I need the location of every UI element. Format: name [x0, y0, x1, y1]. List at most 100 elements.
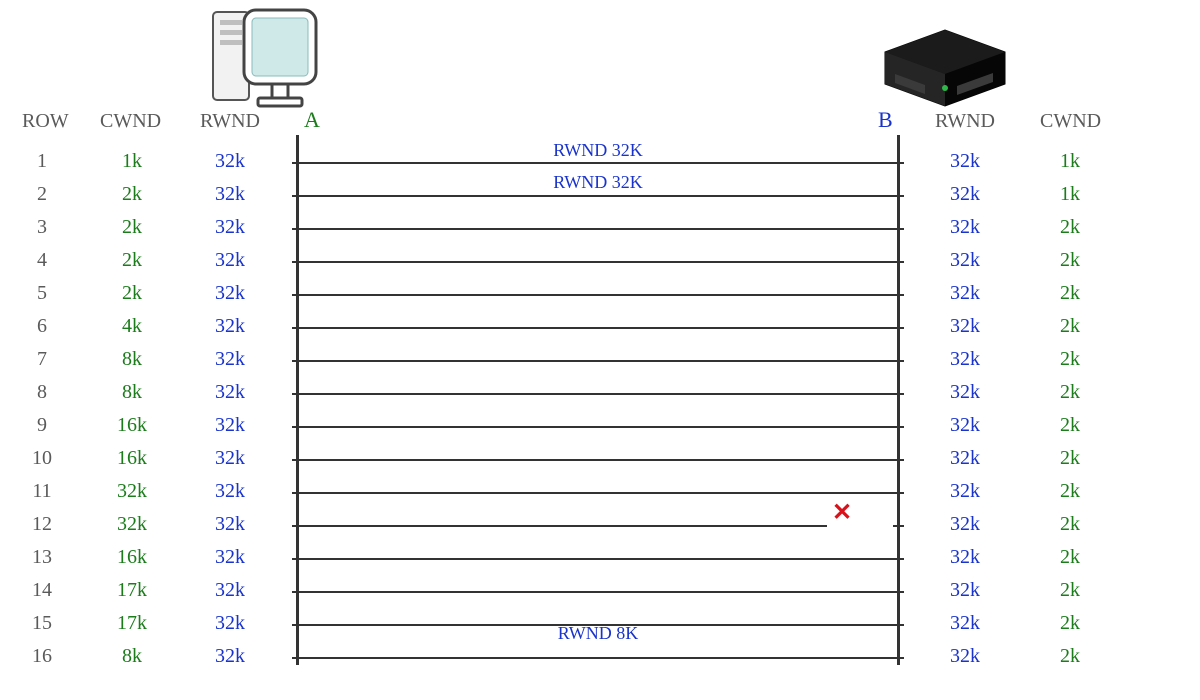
right-cwnd: 2k — [1030, 282, 1110, 305]
left-cwnd: 4k — [92, 315, 172, 338]
message-line — [299, 228, 897, 230]
message-line — [299, 162, 897, 164]
right-rwnd: 32k — [925, 447, 1005, 470]
row-number: 6 — [12, 315, 72, 338]
message-line — [299, 459, 897, 461]
message-row1: RWND 32K — [298, 140, 898, 161]
left-rwnd: 32k — [190, 216, 270, 239]
right-rwnd: 32k — [925, 480, 1005, 503]
right-rwnd: 32k — [925, 546, 1005, 569]
row-number: 7 — [12, 348, 72, 371]
timeline-b — [897, 135, 900, 665]
right-cwnd: 2k — [1030, 414, 1110, 437]
header-left-rwnd: RWND — [200, 110, 260, 133]
right-cwnd: 2k — [1030, 645, 1110, 668]
row-number: 14 — [12, 579, 72, 602]
right-cwnd: 2k — [1030, 513, 1110, 536]
endpoint-b-label: B — [878, 107, 893, 133]
left-cwnd: 2k — [92, 183, 172, 206]
right-rwnd: 32k — [925, 645, 1005, 668]
right-cwnd: 2k — [1030, 546, 1110, 569]
left-rwnd: 32k — [190, 513, 270, 536]
endpoint-a-label: A — [304, 107, 320, 133]
right-cwnd: 2k — [1030, 348, 1110, 371]
row-number: 2 — [12, 183, 72, 206]
message-row16: RWND 8K — [298, 623, 898, 644]
row-number: 5 — [12, 282, 72, 305]
row-number: 16 — [12, 645, 72, 668]
left-rwnd: 32k — [190, 546, 270, 569]
left-cwnd: 8k — [92, 645, 172, 668]
message-line — [299, 195, 897, 197]
header-row: ROW — [22, 110, 69, 133]
message-line — [299, 327, 897, 329]
row-number: 10 — [12, 447, 72, 470]
right-cwnd: 2k — [1030, 579, 1110, 602]
message-line — [299, 558, 897, 560]
right-cwnd: 2k — [1030, 249, 1110, 272]
left-cwnd: 32k — [92, 480, 172, 503]
left-cwnd: 16k — [92, 546, 172, 569]
message-line — [299, 360, 897, 362]
right-cwnd: 1k — [1030, 150, 1110, 173]
message-line — [299, 492, 897, 494]
left-rwnd: 32k — [190, 315, 270, 338]
message-line — [299, 624, 897, 626]
left-cwnd: 8k — [92, 381, 172, 404]
message-line — [299, 393, 897, 395]
left-rwnd: 32k — [190, 249, 270, 272]
left-rwnd: 32k — [190, 579, 270, 602]
header-right-rwnd: RWND — [935, 110, 995, 133]
left-cwnd: 16k — [92, 414, 172, 437]
left-cwnd: 16k — [92, 447, 172, 470]
row-number: 9 — [12, 414, 72, 437]
right-rwnd: 32k — [925, 150, 1005, 173]
right-rwnd: 32k — [925, 216, 1005, 239]
right-rwnd: 32k — [925, 183, 1005, 206]
message-row2: RWND 32K — [298, 172, 898, 193]
left-rwnd: 32k — [190, 381, 270, 404]
header-right-cwnd: CWND — [1040, 110, 1101, 133]
left-rwnd: 32k — [190, 447, 270, 470]
right-rwnd: 32k — [925, 612, 1005, 635]
left-cwnd: 32k — [92, 513, 172, 536]
row-number: 4 — [12, 249, 72, 272]
header-left-cwnd: CWND — [100, 110, 161, 133]
message-line — [299, 294, 897, 296]
row-number: 1 — [12, 150, 72, 173]
right-cwnd: 2k — [1030, 480, 1110, 503]
right-rwnd: 32k — [925, 513, 1005, 536]
right-cwnd: 2k — [1030, 612, 1110, 635]
right-cwnd: 2k — [1030, 447, 1110, 470]
left-cwnd: 2k — [92, 249, 172, 272]
right-rwnd: 32k — [925, 249, 1005, 272]
left-rwnd: 32k — [190, 348, 270, 371]
left-cwnd: 2k — [92, 282, 172, 305]
left-cwnd: 17k — [92, 579, 172, 602]
server-icon — [865, 22, 1025, 114]
right-cwnd: 2k — [1030, 381, 1110, 404]
row-number: 15 — [12, 612, 72, 635]
right-rwnd: 32k — [925, 381, 1005, 404]
left-cwnd: 1k — [92, 150, 172, 173]
row-number: 8 — [12, 381, 72, 404]
left-cwnd: 8k — [92, 348, 172, 371]
message-line — [299, 261, 897, 263]
left-rwnd: 32k — [190, 480, 270, 503]
right-cwnd: 2k — [1030, 216, 1110, 239]
left-rwnd: 32k — [190, 645, 270, 668]
left-rwnd: 32k — [190, 150, 270, 173]
row-number: 13 — [12, 546, 72, 569]
right-cwnd: 2k — [1030, 315, 1110, 338]
left-rwnd: 32k — [190, 414, 270, 437]
right-rwnd: 32k — [925, 315, 1005, 338]
right-rwnd: 32k — [925, 579, 1005, 602]
timeline-a — [296, 135, 299, 665]
left-cwnd: 17k — [92, 612, 172, 635]
left-rwnd: 32k — [190, 612, 270, 635]
message-line — [299, 525, 827, 527]
row-number: 12 — [12, 513, 72, 536]
row-number: 11 — [12, 480, 72, 503]
message-line — [299, 591, 897, 593]
left-rwnd: 32k — [190, 282, 270, 305]
